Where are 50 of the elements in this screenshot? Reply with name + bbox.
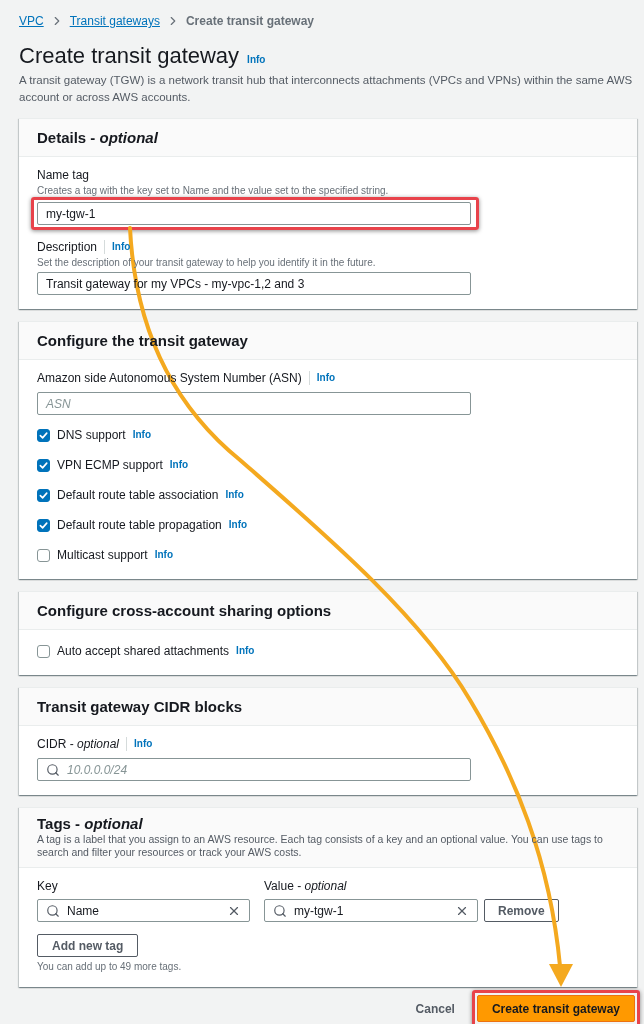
checkbox-label: Auto accept shared attachments <box>57 644 230 658</box>
section-title: Tags - optional <box>37 815 144 832</box>
field-label: Description <box>37 240 98 254</box>
text-input[interactable]: ASN <box>37 392 471 415</box>
info-link[interactable]: Info <box>169 459 189 471</box>
checkbox[interactable] <box>37 488 50 502</box>
section-title: Details - optional <box>37 129 159 146</box>
search-icon <box>46 903 60 918</box>
section-title: Configure cross-account sharing options <box>37 602 333 619</box>
create-button[interactable]: Create transit gateway <box>476 995 635 1022</box>
checkbox-label: Default route table association <box>57 488 219 502</box>
page-title: Create transit gateway <box>19 42 240 70</box>
add-tag-button[interactable]: Add new tag <box>37 934 139 957</box>
checkbox-label: DNS support <box>57 428 126 442</box>
breadcrumb-link[interactable]: VPC <box>19 14 44 28</box>
breadcrumb-link[interactable]: Transit gateways <box>69 14 160 28</box>
search-input[interactable]: 10.0.0.0/24 <box>37 758 471 781</box>
field-hint: Creates a tag with the key set to Name and the value set to the specified string. <box>37 184 390 197</box>
checkbox-label: Default route table propagation <box>57 518 222 532</box>
section-title: Transit gateway CIDR blocks <box>37 698 244 715</box>
checkbox-label: Multicast support <box>57 548 148 562</box>
info-link[interactable]: Info <box>154 549 174 561</box>
info-link[interactable]: Info <box>132 429 152 441</box>
info-link[interactable]: Info <box>247 54 266 66</box>
info-link[interactable]: Info <box>228 519 248 531</box>
checkbox[interactable] <box>37 548 50 562</box>
remove-button[interactable]: Remove <box>484 899 559 922</box>
info-link[interactable]: Info <box>236 645 255 657</box>
info-link[interactable]: Info <box>112 241 131 253</box>
checkbox[interactable] <box>37 518 50 532</box>
checkbox[interactable] <box>37 428 50 442</box>
search-icon <box>273 903 287 918</box>
field-hint: You can add up to 49 more tags. <box>37 960 182 973</box>
search-input[interactable]: my-tgw-1 <box>264 899 478 922</box>
checkbox[interactable] <box>37 458 50 472</box>
field-label: CIDR - optional <box>37 737 120 751</box>
search-icon <box>46 762 60 777</box>
field-label: Name tag <box>37 168 90 182</box>
cancel-button[interactable]: Cancel <box>415 1001 455 1016</box>
field-label: Key <box>37 879 58 893</box>
field-label: Value - optional <box>264 879 347 893</box>
search-input[interactable]: Name <box>37 899 250 922</box>
info-link[interactable]: Info <box>134 738 153 750</box>
info-link[interactable]: Info <box>225 489 244 501</box>
text-input[interactable]: my-tgw-1 <box>37 202 471 225</box>
breadcrumb-current: Create transit gateway <box>185 14 314 28</box>
page-description: A transit gateway (TGW) is a network transit hub that interconnects attachments (VPCs and VPNs) within the same AWS account or across AWS accounts. <box>19 73 634 105</box>
checkbox-label: VPN ECMP support <box>57 458 163 472</box>
checkbox[interactable] <box>37 644 50 658</box>
info-link[interactable]: Info <box>316 372 336 384</box>
